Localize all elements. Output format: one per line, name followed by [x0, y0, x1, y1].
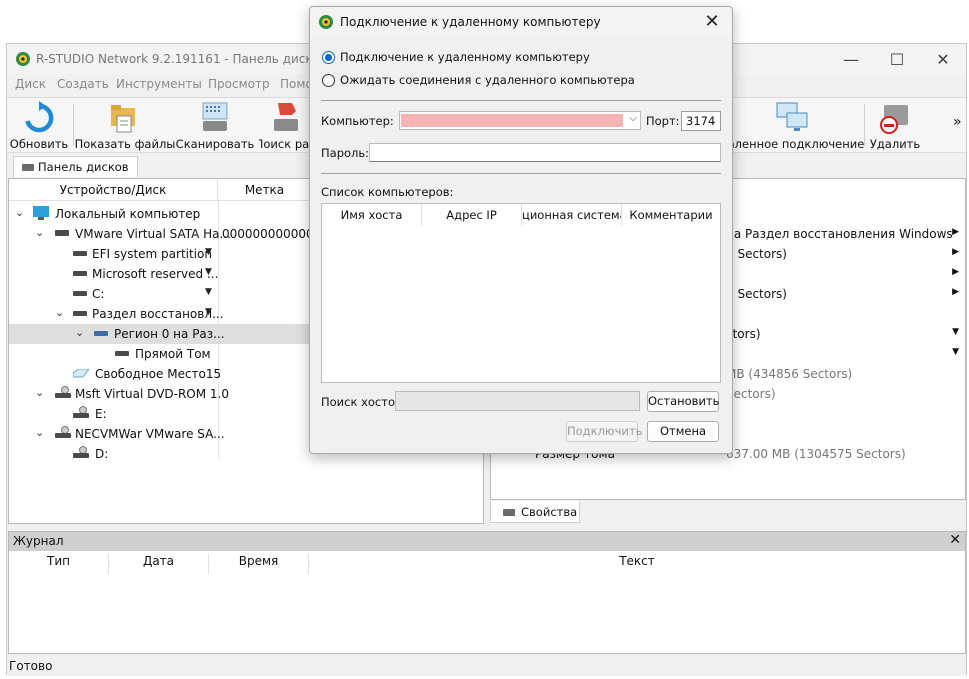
collapse-arrow-icon[interactable]: ⌄	[55, 306, 64, 319]
dropdown-arrow-icon[interactable]: ▼	[205, 247, 212, 257]
hard-drive-icon	[55, 230, 69, 236]
partition-icon	[73, 251, 87, 256]
cancel-button[interactable]: Отмена	[647, 421, 719, 442]
optical-drive-icon	[73, 446, 89, 458]
password-label: Пароль:	[321, 146, 370, 160]
toolbar-separator	[864, 104, 865, 146]
dialog-title-bar: Подключение к удаленному компьютеру ✕	[310, 7, 732, 37]
connect-button[interactable]: Подключить	[566, 421, 642, 442]
column-text[interactable]: Текст	[309, 554, 965, 574]
column-ip-address[interactable]: Адрес IP	[422, 204, 522, 226]
column-date[interactable]: Дата	[109, 554, 209, 574]
properties-icon	[503, 509, 515, 516]
maximize-button[interactable]: ☐	[874, 44, 920, 74]
status-bar: Готово	[7, 656, 966, 676]
dropdown-arrow-icon[interactable]: ▼	[952, 327, 959, 337]
radio-wait[interactable]: Ожидать соединения с удаленного компьюте…	[322, 72, 635, 90]
toolbar-overflow-button[interactable]: »	[953, 114, 962, 130]
disk-panel-icon	[22, 164, 34, 171]
optical-drive-icon	[73, 406, 89, 418]
dropdown-arrow-icon[interactable]: ▼	[205, 267, 212, 277]
scan-button[interactable]: Сканировать	[176, 98, 254, 152]
refresh-icon	[25, 101, 54, 133]
partition-icon	[73, 291, 87, 296]
host-search-progress	[395, 391, 640, 411]
menu-help[interactable]: Помо	[280, 77, 313, 91]
computer-combobox[interactable]: ⌵	[399, 111, 641, 130]
column-device[interactable]: Устройство/Диск	[9, 179, 218, 201]
host-search-label: Поиск хостов	[321, 395, 402, 409]
computer-value-highlight	[401, 114, 623, 127]
search-disk-icon	[274, 103, 298, 131]
region-icon	[94, 331, 108, 336]
port-label: Порт:	[646, 114, 680, 128]
column-os[interactable]: ционная система	[522, 204, 622, 226]
search-button[interactable]: Поиск раз	[259, 98, 311, 152]
dvd-drive-icon	[55, 426, 71, 438]
stop-button[interactable]: Остановить	[647, 391, 719, 412]
collapse-arrow-icon[interactable]: ⌄	[75, 326, 84, 339]
dvd-drive-icon	[55, 386, 71, 398]
radio-connect[interactable]: Подключение к удаленному компьютеру	[322, 49, 590, 67]
computer-label: Компьютер:	[321, 114, 394, 128]
scan-icon	[202, 102, 228, 131]
column-time[interactable]: Время	[209, 554, 309, 574]
show-files-button[interactable]: Показать файлы	[75, 98, 175, 152]
r-studio-logo-icon	[319, 15, 333, 29]
refresh-button[interactable]: Обновить	[10, 98, 68, 152]
dialog-title: Подключение к удаленному компьютеру	[340, 15, 601, 29]
volume-icon	[115, 351, 129, 356]
dialog-close-button[interactable]: ✕	[700, 11, 724, 32]
expand-arrow-icon[interactable]: ▶	[952, 227, 959, 237]
r-studio-logo-icon	[16, 52, 30, 66]
expand-arrow-icon[interactable]: ▶	[952, 267, 959, 277]
tab-properties[interactable]: Свойства	[490, 501, 580, 523]
close-button[interactable]: ✕	[920, 44, 966, 74]
folder-files-icon	[111, 105, 135, 133]
collapse-arrow-icon[interactable]: ⌄	[35, 386, 44, 399]
status-text: Готово	[9, 659, 53, 673]
menu-tools[interactable]: Инструменты	[116, 77, 202, 91]
dropdown-arrow-icon[interactable]: ▼	[952, 347, 959, 357]
computer-list[interactable]: Имя хоста Адрес IP ционная система Комме…	[321, 203, 721, 383]
remote-connection-dialog: Подключение к удаленному компьютеру ✕ По…	[309, 6, 733, 454]
dropdown-arrow-icon[interactable]: ▼	[205, 307, 212, 317]
expand-arrow-icon[interactable]: ▶	[952, 247, 959, 257]
network-computers-icon	[776, 102, 808, 131]
tab-disk-panel[interactable]: Панель дисков	[13, 156, 138, 177]
column-host-name[interactable]: Имя хоста	[322, 204, 422, 226]
remote-connection-button[interactable]: даленное подключение	[720, 98, 864, 152]
radio-unselected-icon[interactable]	[322, 74, 335, 87]
password-input[interactable]	[369, 143, 721, 162]
menu-view[interactable]: Просмотр	[208, 77, 270, 91]
port-input[interactable]: 3174	[681, 111, 721, 131]
monitor-icon	[33, 206, 49, 220]
free-space-icon	[73, 369, 89, 378]
expand-arrow-icon[interactable]: ▶	[952, 287, 959, 297]
dropdown-arrow-icon[interactable]: ▼	[205, 287, 212, 297]
column-comments[interactable]: Комментарии	[622, 204, 720, 226]
partition-icon	[73, 271, 87, 276]
menu-create[interactable]: Создать	[57, 77, 109, 91]
column-label[interactable]: Метка	[218, 179, 312, 201]
delete-button[interactable]: Удалить	[869, 98, 921, 152]
partition-icon	[73, 311, 87, 316]
collapse-arrow-icon[interactable]: ⌄	[35, 226, 44, 239]
journal-close-icon[interactable]: ✕	[949, 532, 961, 548]
journal-title-bar: Журнал ✕	[9, 532, 965, 551]
column-type[interactable]: Тип	[9, 554, 109, 574]
radio-selected-icon[interactable]	[322, 51, 335, 64]
divider	[321, 100, 721, 101]
divider	[321, 173, 721, 174]
journal-panel: Журнал ✕ Тип Дата Время Текст	[8, 531, 966, 654]
menu-disk[interactable]: Диск	[15, 77, 46, 91]
collapse-arrow-icon[interactable]: ⌄	[15, 206, 24, 219]
window-title: R-STUDIO Network 9.2.191161 - Панель дис…	[36, 52, 328, 66]
minimize-button[interactable]: —	[828, 44, 874, 74]
computer-list-label: Список компьютеров:	[321, 185, 454, 199]
collapse-arrow-icon[interactable]: ⌄	[35, 426, 44, 439]
delete-disk-icon	[880, 105, 908, 134]
chevron-down-icon[interactable]: ⌵	[629, 113, 637, 124]
